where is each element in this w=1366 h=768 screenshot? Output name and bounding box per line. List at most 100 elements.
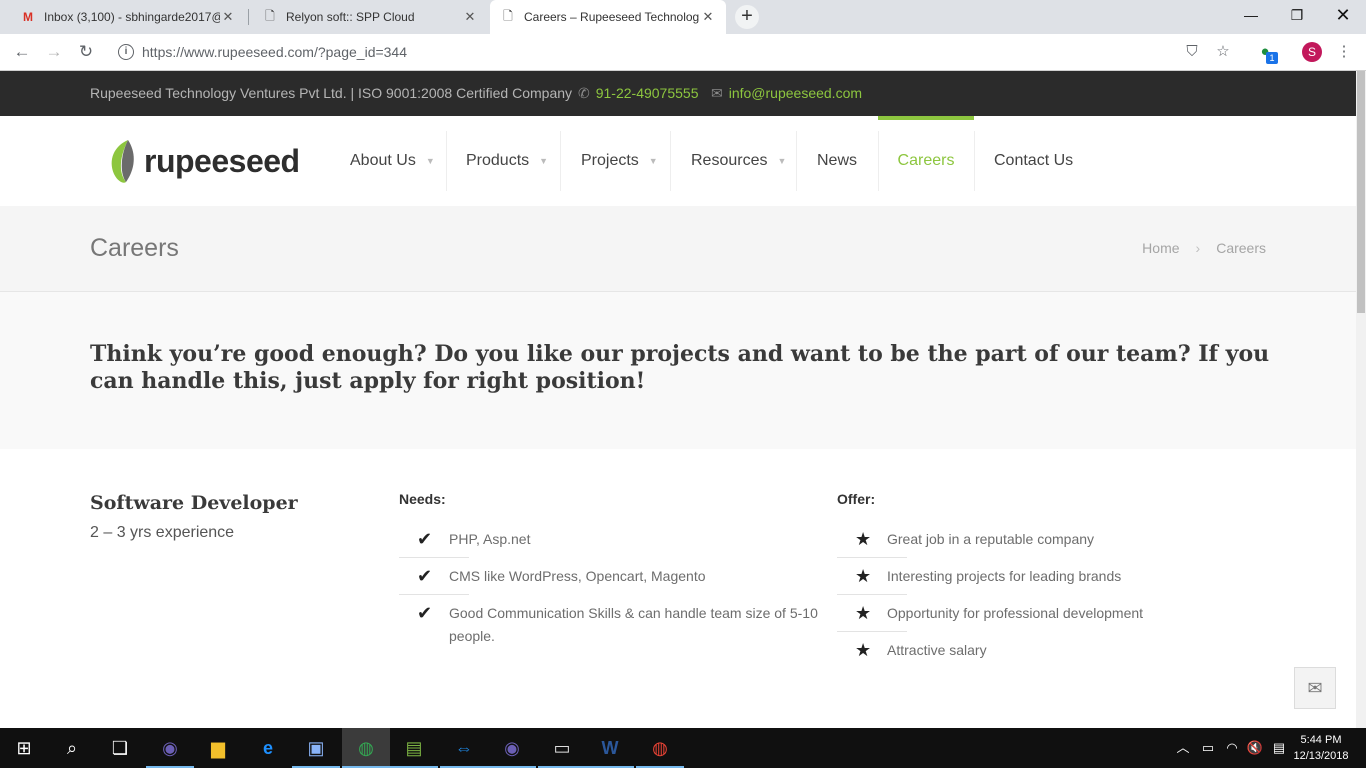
browser-tab-careers[interactable]: 🗋 Careers – Rupeeseed Technologie ✕ bbox=[490, 0, 726, 34]
close-tab-icon[interactable]: ✕ bbox=[462, 9, 478, 25]
nav-label: News bbox=[817, 152, 858, 169]
browser-tab-gmail[interactable]: M Inbox (3,100) - sbhingarde2017@ ✕ bbox=[10, 0, 246, 34]
job-title: Software Developer bbox=[90, 492, 298, 514]
tab-title: Inbox (3,100) - sbhingarde2017@ bbox=[44, 10, 220, 24]
chrome-icon[interactable]: ◍ bbox=[342, 728, 390, 768]
active-indicator bbox=[878, 116, 974, 120]
web-page: Rupeeseed Technology Ventures Pvt Ltd. |… bbox=[0, 71, 1356, 728]
new-tab-button[interactable]: + bbox=[735, 5, 759, 29]
nav-divider bbox=[670, 131, 671, 191]
profile-avatar[interactable]: S bbox=[1302, 42, 1322, 62]
phone-number: 91-22-49075555 bbox=[595, 85, 699, 101]
contact-mail-button[interactable]: ✉ bbox=[1294, 667, 1336, 709]
intro-heading: Think you’re good enough? Do you like ou… bbox=[90, 341, 1270, 394]
system-clock[interactable]: 5:44 PM 12/13/2018 bbox=[1290, 732, 1352, 764]
offer-text: Attractive salary bbox=[887, 642, 987, 658]
nav-item-careers[interactable]: Careers bbox=[878, 116, 974, 206]
teamviewer-icon[interactable]: ⇔ bbox=[440, 728, 488, 768]
clock-time: 5:44 PM bbox=[1300, 734, 1342, 746]
chevron-down-icon: ▼ bbox=[648, 156, 658, 166]
task-view-icon[interactable]: ❏ bbox=[96, 728, 144, 768]
checkmark-icon: ✔ bbox=[417, 529, 433, 549]
envelope-icon: ✉ bbox=[711, 85, 723, 101]
nav-divider bbox=[446, 131, 447, 191]
eclipse-icon[interactable]: ◉ bbox=[146, 728, 194, 768]
checkmark-icon: ✔ bbox=[417, 603, 433, 623]
command-prompt-icon[interactable]: ▭ bbox=[538, 728, 586, 768]
site-info-icon[interactable]: i bbox=[118, 44, 134, 60]
offer-list: ★ Great job in a reputable company ★ Inter… bbox=[837, 521, 1257, 669]
list-item: ✔ PHP, Asp.net bbox=[399, 521, 829, 558]
nav-item-resources[interactable]: Resources ▼ bbox=[691, 116, 786, 206]
nav-divider bbox=[974, 131, 975, 191]
star-icon: ★ bbox=[855, 603, 872, 623]
shield-icon[interactable]: ⛉ bbox=[1182, 42, 1202, 62]
address-bar[interactable]: https://www.rupeeseed.com/?page_id=344 bbox=[142, 44, 407, 60]
menu-dots-icon[interactable]: ⋮ bbox=[1334, 42, 1354, 62]
phone-icon: ✆ bbox=[578, 85, 590, 101]
breadcrumb-home[interactable]: Home bbox=[1142, 240, 1179, 256]
notification-icon[interactable]: ▤ bbox=[1268, 728, 1290, 768]
wifi-icon[interactable]: ◠ bbox=[1222, 728, 1242, 768]
list-item: ★ Attractive salary bbox=[837, 632, 1257, 669]
main-navigation: rupeeseed About Us ▼ Products ▼ Projects ▼ … bbox=[0, 116, 1356, 206]
search-icon[interactable]: ⌕ bbox=[48, 728, 96, 768]
offer-text: Opportunity for professional development bbox=[887, 605, 1144, 621]
page-title-bar: Careers Home › Careers bbox=[0, 206, 1356, 292]
job-listing: Software Developer 2 – 3 yrs experience … bbox=[0, 449, 1356, 728]
star-icon: ★ bbox=[855, 529, 872, 549]
clock-date: 12/13/2018 bbox=[1293, 750, 1349, 762]
edge-icon[interactable]: e bbox=[244, 728, 292, 768]
nav-label: Projects bbox=[581, 152, 639, 169]
eclipse-icon[interactable]: ◉ bbox=[488, 728, 536, 768]
logo-text: rupeeseed bbox=[144, 142, 300, 179]
checkmark-icon: ✔ bbox=[417, 566, 433, 586]
breadcrumb-current: Careers bbox=[1216, 240, 1266, 256]
star-icon: ★ bbox=[855, 640, 872, 660]
scrollbar-thumb[interactable] bbox=[1357, 71, 1365, 313]
need-text: CMS like WordPress, Opencart, Magento bbox=[449, 568, 706, 584]
nav-item-products[interactable]: Products ▼ bbox=[466, 116, 548, 206]
notepad-plus-icon[interactable]: ▤ bbox=[390, 728, 438, 768]
close-tab-icon[interactable]: ✕ bbox=[700, 9, 716, 25]
nav-item-news[interactable]: News bbox=[817, 116, 857, 206]
list-item: ✔ CMS like WordPress, Opencart, Magento bbox=[399, 558, 829, 595]
list-item: ✔ Good Communication Skills & can handle … bbox=[399, 595, 829, 655]
company-info: Rupeeseed Technology Ventures Pvt Ltd. |… bbox=[90, 85, 573, 101]
windows-taskbar: ⊞ ⌕ ❏ ◉ ▆ e ▣ ◍ ▤ ⇔ ◉ ▭ W ◍ ︿ ▭ ◠ 🔇 ▤ 5:… bbox=[0, 728, 1366, 768]
file-explorer-icon[interactable]: ▆ bbox=[194, 728, 242, 768]
volume-muted-icon[interactable]: 🔇 bbox=[1246, 728, 1264, 768]
chevron-down-icon: ▼ bbox=[539, 156, 549, 166]
phone-link[interactable]: ✆ 91-22-49075555 bbox=[578, 85, 699, 102]
bookmark-star-icon[interactable]: ☆ bbox=[1213, 42, 1233, 62]
site-topbar: Rupeeseed Technology Ventures Pvt Ltd. |… bbox=[0, 71, 1356, 116]
remote-desktop-icon[interactable]: ▣ bbox=[292, 728, 340, 768]
nav-label: Careers bbox=[897, 152, 955, 169]
tab-divider bbox=[248, 9, 249, 25]
email-link[interactable]: ✉ info@rupeeseed.com bbox=[711, 85, 862, 102]
close-window-icon[interactable]: ✕ bbox=[1320, 0, 1366, 30]
restore-icon[interactable]: ❐ bbox=[1274, 0, 1320, 30]
word-icon[interactable]: W bbox=[586, 728, 634, 768]
nav-divider bbox=[560, 131, 561, 191]
star-icon: ★ bbox=[855, 566, 872, 586]
nav-item-about-us[interactable]: About Us ▼ bbox=[350, 116, 435, 206]
nav-label: Resources bbox=[691, 152, 768, 169]
nav-item-projects[interactable]: Projects ▼ bbox=[581, 116, 658, 206]
back-icon[interactable]: ← bbox=[10, 40, 34, 64]
reload-icon[interactable]: ↻ bbox=[74, 40, 98, 64]
forward-icon[interactable]: → bbox=[42, 40, 66, 64]
battery-icon[interactable]: ▭ bbox=[1198, 728, 1218, 768]
chrome-icon[interactable]: ◍ bbox=[636, 728, 684, 768]
need-text: Good Communication Skills & can handle t… bbox=[449, 605, 818, 644]
show-hidden-icons-icon[interactable]: ︿ bbox=[1174, 728, 1192, 768]
browser-tab-relyon[interactable]: 🗋 Relyon soft:: SPP Cloud ✕ bbox=[252, 0, 488, 34]
page-scrollbar[interactable] bbox=[1356, 71, 1366, 728]
close-tab-icon[interactable]: ✕ bbox=[220, 9, 236, 25]
site-logo[interactable]: rupeeseed bbox=[108, 138, 300, 184]
minimize-icon[interactable]: — bbox=[1228, 0, 1274, 30]
leaf-logo-icon bbox=[111, 140, 134, 183]
windows-start-icon[interactable]: ⊞ bbox=[0, 728, 48, 768]
nav-item-contact-us[interactable]: Contact Us bbox=[994, 116, 1073, 206]
list-item: ★ Great job in a reputable company bbox=[837, 521, 1257, 558]
